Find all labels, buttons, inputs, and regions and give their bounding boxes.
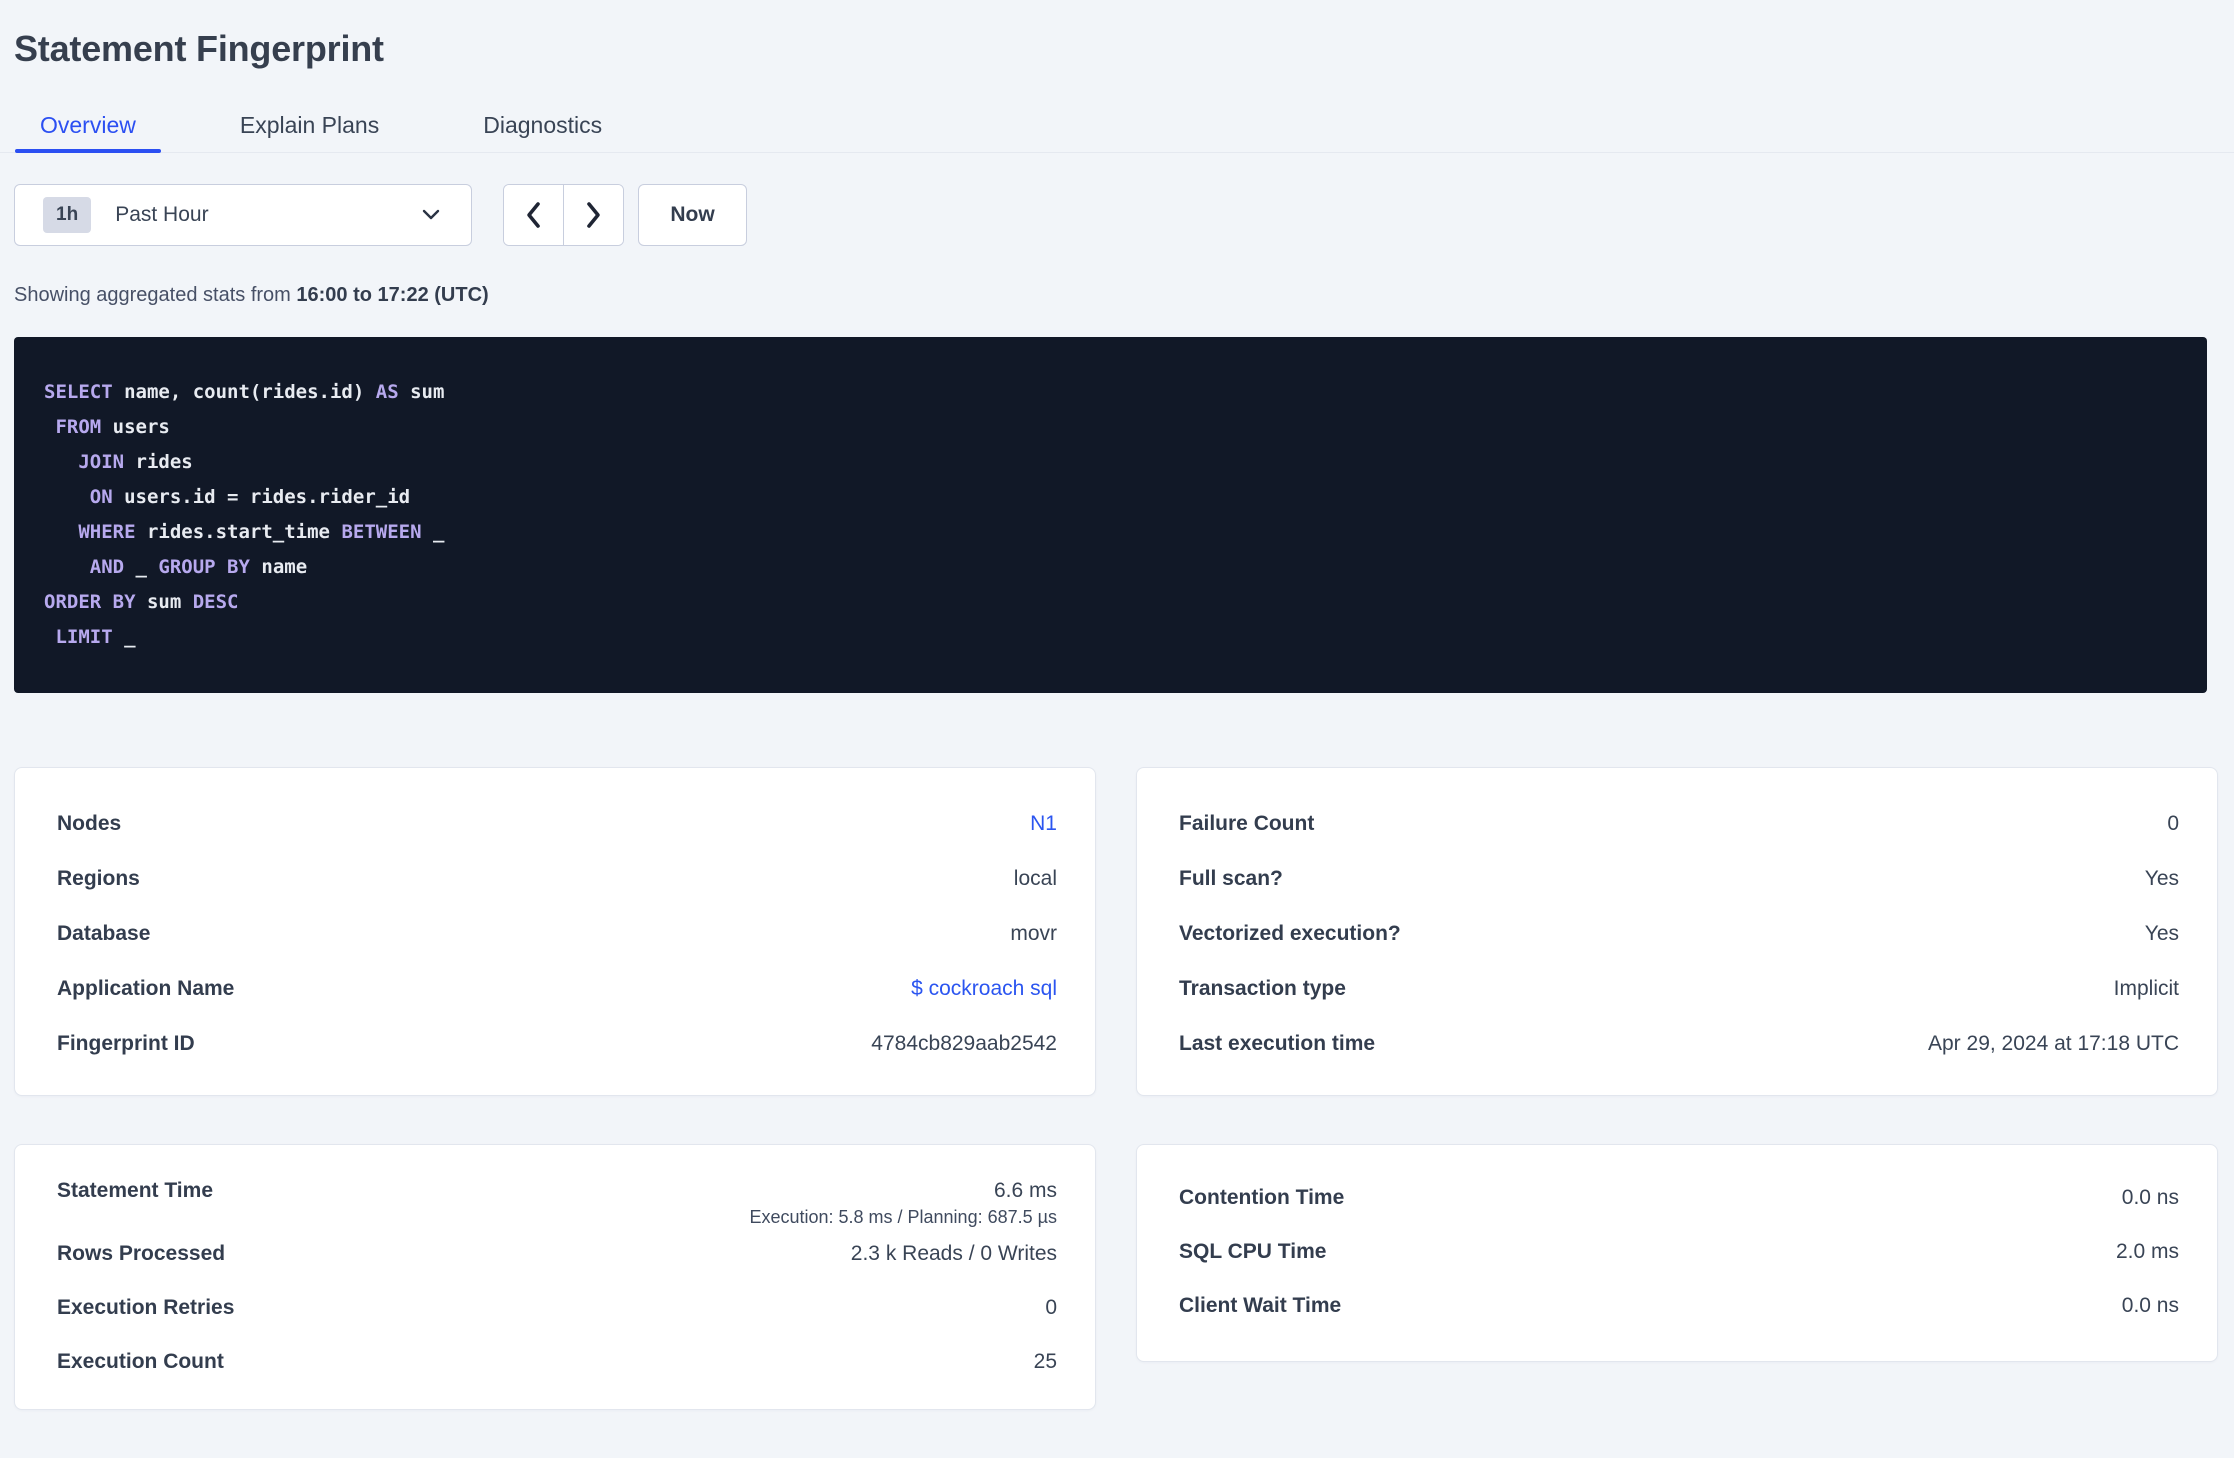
row-label: Fingerprint ID bbox=[57, 1031, 195, 1055]
row-label: Nodes bbox=[57, 811, 122, 835]
row-value: 0.0 ns bbox=[2121, 1186, 2179, 1209]
row-value-link[interactable]: N1 bbox=[1030, 812, 1057, 836]
row-value: 2.0 ms bbox=[2115, 1240, 2179, 1263]
row-label: Vectorized execution? bbox=[1179, 921, 1401, 945]
page-title: Statement Fingerprint bbox=[14, 28, 384, 69]
row-label: Regions bbox=[57, 866, 140, 890]
sql-line: ON users.id = rides.rider_id bbox=[89, 486, 411, 508]
chevron-left-icon bbox=[525, 201, 542, 229]
row-label: Statement Time bbox=[57, 1179, 213, 1202]
time-interval-label: Past Hour bbox=[115, 203, 209, 226]
row-label: Full scan? bbox=[1179, 866, 1283, 890]
row-label: Failure Count bbox=[1179, 811, 1315, 835]
tab-explain-plans[interactable]: Explain Plans bbox=[215, 100, 404, 152]
sql-line: FROM users bbox=[55, 416, 170, 438]
card-row: Nodes N1 bbox=[57, 796, 1057, 851]
row-value: 0 bbox=[1045, 1296, 1057, 1319]
chevron-down-icon bbox=[421, 209, 441, 221]
row-label: Rows Processed bbox=[57, 1242, 226, 1265]
aggregated-stats-text: Showing aggregated stats from 16:00 to 1… bbox=[14, 284, 489, 306]
row-value: 25 bbox=[1033, 1350, 1057, 1373]
sql-line: LIMIT _ bbox=[55, 626, 136, 648]
tab-diagnostics[interactable]: Diagnostics bbox=[458, 100, 627, 152]
timing-card-right: Contention Time 0.0 ns SQL CPU Time 2.0 ms C… bbox=[1136, 1144, 2218, 1362]
prev-time-button[interactable] bbox=[504, 185, 564, 245]
row-value-link[interactable]: $ cockroach sql bbox=[911, 977, 1057, 1001]
time-nav-group bbox=[503, 184, 624, 246]
sql-line: ORDER BY sum DESC bbox=[44, 591, 239, 613]
timing-card-left: Statement Time 6.6 ms Execution: 5.8 ms / … bbox=[14, 1144, 1096, 1410]
sql-statement-box: SELECT name, count(rides.id) AS sum FROM… bbox=[14, 337, 2207, 693]
row-value: 4784cb829aab2542 bbox=[871, 1031, 1057, 1055]
row-label: Execution Count bbox=[57, 1350, 224, 1373]
time-toolbar: 1h Past Hour Now bbox=[14, 184, 2234, 246]
card-row: Execution Retries 0 bbox=[57, 1281, 1057, 1335]
card-row: Full scan? Yes bbox=[1179, 851, 2179, 906]
next-time-button[interactable] bbox=[564, 185, 623, 245]
card-row: Vectorized execution? Yes bbox=[1179, 906, 2179, 961]
row-value: 0 bbox=[2167, 811, 2179, 835]
card-row: Transaction type Implicit bbox=[1179, 961, 2179, 1016]
row-label: Transaction type bbox=[1179, 976, 1346, 1000]
row-value: 0.0 ns bbox=[2121, 1294, 2179, 1317]
tab-overview[interactable]: Overview bbox=[15, 100, 161, 153]
row-value: movr bbox=[1010, 921, 1057, 945]
aggregated-stats-range: 16:00 to 17:22 (UTC) bbox=[296, 284, 489, 306]
card-row: Application Name $ cockroach sql bbox=[57, 961, 1057, 1016]
tab-bar: Overview Explain Plans Diagnostics bbox=[0, 100, 2234, 153]
row-label: Application Name bbox=[57, 976, 235, 1000]
time-interval-badge: 1h bbox=[43, 197, 92, 233]
row-label: Client Wait Time bbox=[1179, 1294, 1342, 1317]
row-value: Yes bbox=[2144, 866, 2179, 890]
row-value: Implicit bbox=[2113, 976, 2179, 1000]
time-interval-dropdown[interactable]: 1h Past Hour bbox=[14, 184, 472, 246]
chevron-right-icon bbox=[585, 201, 602, 229]
row-label: Execution Retries bbox=[57, 1296, 235, 1319]
row-label: SQL CPU Time bbox=[1179, 1240, 1327, 1263]
row-label: Last execution time bbox=[1179, 1031, 1376, 1055]
row-value: Yes bbox=[2144, 921, 2179, 945]
card-row: SQL CPU Time 2.0 ms bbox=[1179, 1225, 2179, 1279]
card-row: Regions local bbox=[57, 851, 1057, 906]
card-row: Failure Count 0 bbox=[1179, 796, 2179, 851]
card-row: Rows Processed 2.3 k Reads / 0 Writes bbox=[57, 1227, 1057, 1281]
row-subvalue: Execution: 5.8 ms / Planning: 687.5 µs bbox=[749, 1207, 1057, 1227]
card-row: Client Wait Time 0.0 ns bbox=[1179, 1279, 2179, 1333]
overview-card-right: Failure Count 0 Full scan? Yes Vectorized ex… bbox=[1136, 767, 2218, 1096]
sql-line: SELECT name, count(rides.id) AS sum bbox=[44, 381, 445, 403]
row-value: local bbox=[1013, 866, 1057, 890]
card-row: Contention Time 0.0 ns bbox=[1179, 1171, 2179, 1225]
card-row: Statement Time 6.6 ms Execution: 5.8 ms / … bbox=[57, 1173, 1057, 1227]
card-row: Last execution time Apr 29, 2024 at 17:18… bbox=[1179, 1016, 2179, 1071]
row-value: Apr 29, 2024 at 17:18 UTC bbox=[1928, 1031, 2179, 1055]
card-row: Execution Count 25 bbox=[57, 1335, 1057, 1389]
row-value: 2.3 k Reads / 0 Writes bbox=[850, 1242, 1057, 1265]
card-row: Database movr bbox=[57, 906, 1057, 961]
row-label: Database bbox=[57, 921, 151, 945]
sql-line: JOIN rides bbox=[78, 451, 193, 473]
row-label: Contention Time bbox=[1179, 1186, 1345, 1209]
sql-line: AND _ GROUP BY name bbox=[89, 556, 308, 578]
sql-line: WHERE rides.start_time BETWEEN _ bbox=[78, 521, 445, 543]
now-button[interactable]: Now bbox=[638, 184, 747, 246]
overview-card-left: Nodes N1 Regions local Database movr Applicati… bbox=[14, 767, 1096, 1096]
row-value: 6.6 ms bbox=[993, 1179, 1057, 1202]
card-row: Fingerprint ID 4784cb829aab2542 bbox=[57, 1016, 1057, 1071]
